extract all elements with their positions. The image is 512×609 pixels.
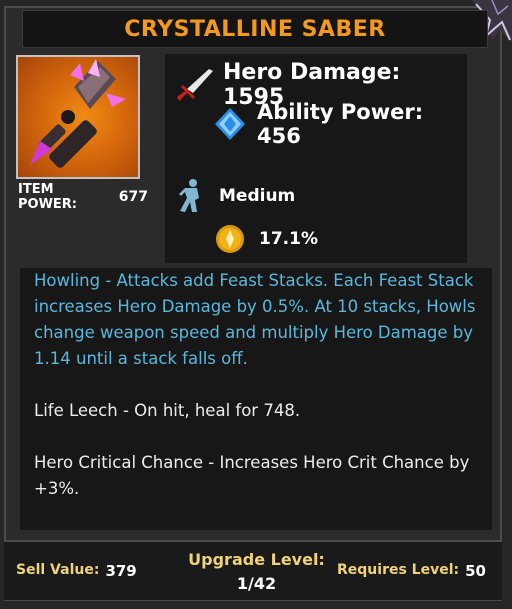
item-power: ITEM POWER: 677 [18,182,148,212]
item-title: CRYSTALLINE SABER [22,10,488,48]
sell-number: 379 [105,562,137,580]
ability-power-text: Ability Power: 456 [257,100,424,148]
stats-panel: Hero Damage: 1595 Ability Power: 456 Med… [165,54,467,263]
running-figure-icon [177,178,205,214]
requires-level: Requires Level: 50 [337,562,486,580]
gold-coin-icon [215,224,245,254]
speed-text: 17.1% [259,229,318,249]
sword-icon [173,67,213,103]
upgrade-level: Upgrade Level: 1/42 [184,548,329,596]
requires-label: Requires Level: [337,562,460,578]
speed-stat: 17.1% [215,224,318,254]
sell-label: Sell Value: [16,562,100,578]
footer-bar: Sell Value: 379 Upgrade Level: 1/42 Requ… [4,540,502,600]
requires-number: 50 [465,562,486,580]
upgrade-number: 1/42 [236,574,277,593]
blue-diamond-icon [213,107,247,141]
saber-icon [30,59,126,168]
description-panel: Howling - Attacks add Feast Stacks. Each… [20,268,492,530]
ability-power-stat: Ability Power: 456 [213,100,467,148]
upgrade-label: Upgrade Level: [188,550,325,569]
item-image [16,55,140,179]
item-power-label: ITEM POWER: [18,182,78,212]
life-leech-description: Life Leech - On hit, heal for 748. [34,401,301,420]
sell-value: Sell Value: 379 [16,562,137,580]
weight-text: Medium [219,186,296,206]
item-power-value: 677 [118,189,148,205]
weight-stat: Medium [177,178,295,214]
howling-description: Howling - Attacks add Feast Stacks. Each… [34,271,476,368]
tooltip-frame: CRYSTALLINE SABER ITEM POWER: 677 Hero D… [0,0,512,609]
crit-description: Hero Critical Chance - Increases Hero Cr… [34,453,470,498]
